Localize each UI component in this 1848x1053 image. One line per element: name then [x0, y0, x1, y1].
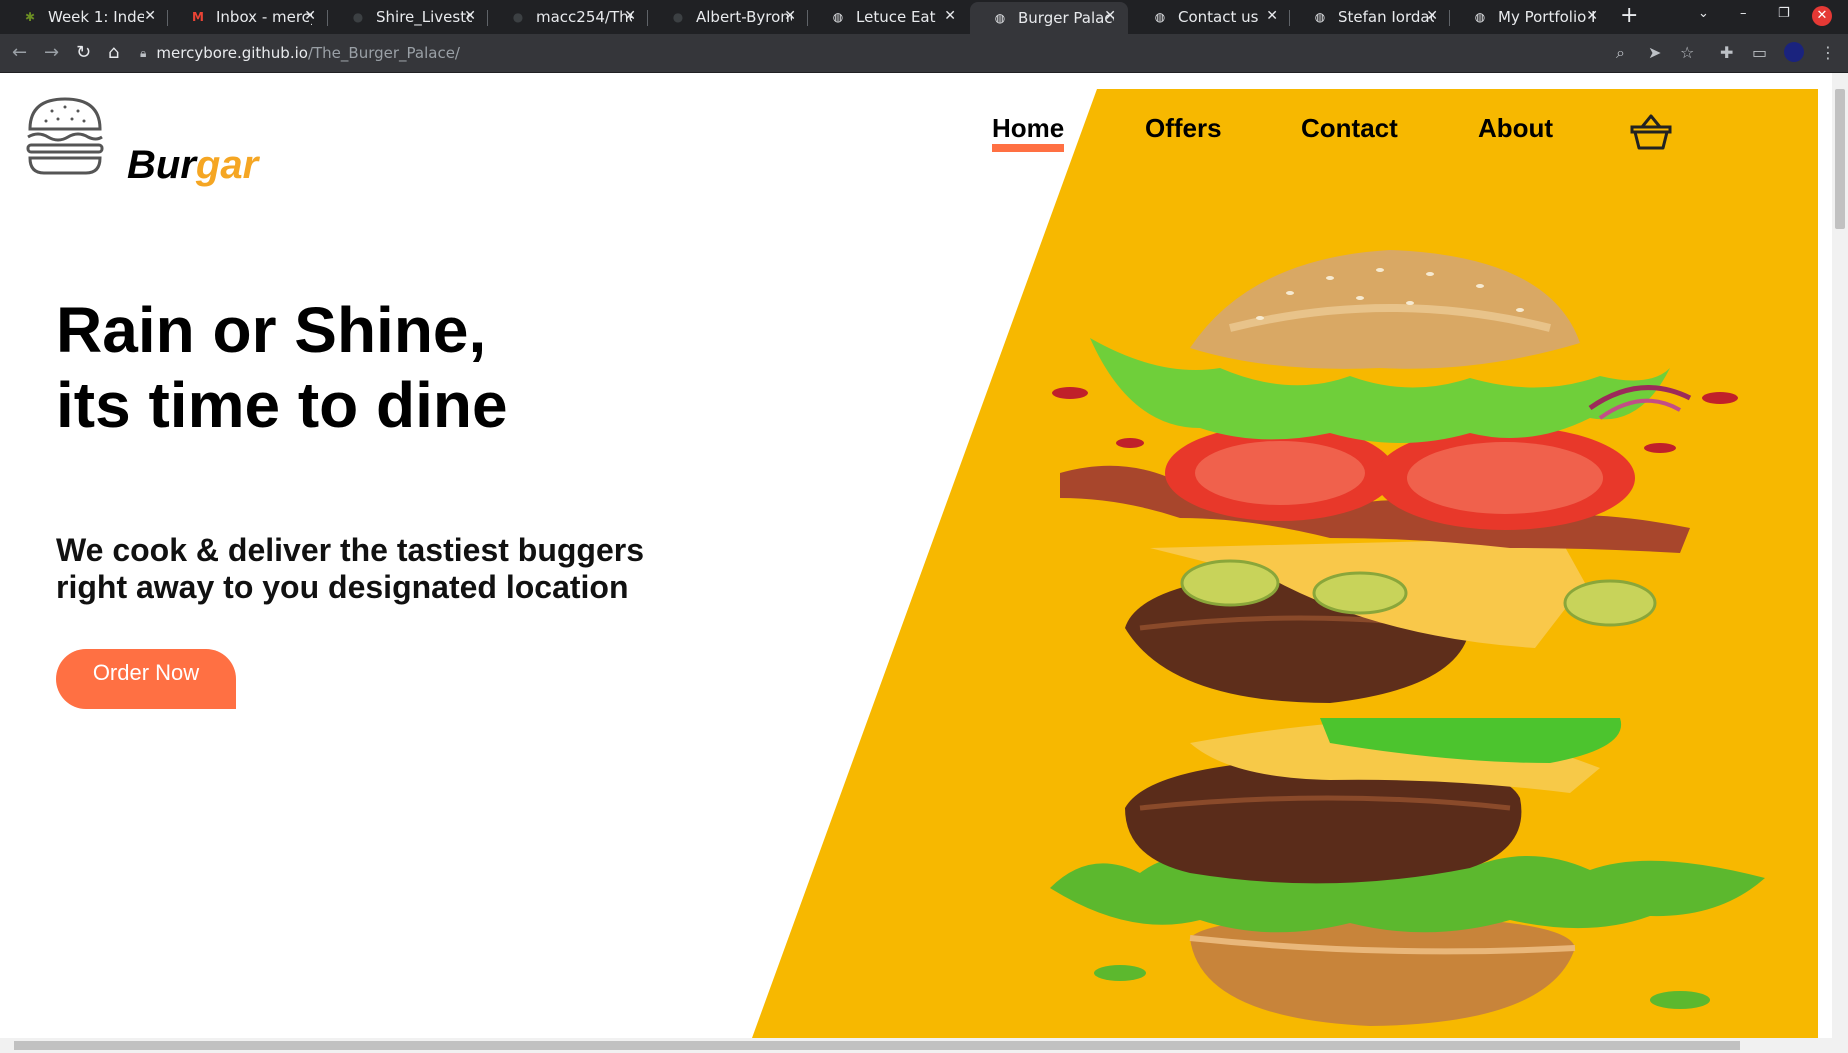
active-nav-indicator	[992, 144, 1064, 152]
cast-icon[interactable]: ▭	[1752, 43, 1767, 62]
nav-contact[interactable]: Contact	[1301, 113, 1398, 144]
close-tab-icon[interactable]: ✕	[1426, 8, 1438, 24]
globe-icon: ◍	[1154, 10, 1166, 24]
reload-icon[interactable]: ↻	[76, 42, 91, 63]
globe-icon: ◍	[994, 11, 1006, 25]
close-tab-icon[interactable]: ✕	[624, 8, 636, 24]
url-path: /The_Burger_Palace/	[307, 44, 460, 62]
close-tab-icon[interactable]: ✕	[944, 8, 956, 24]
nav-about[interactable]: About	[1478, 113, 1553, 144]
nav-home[interactable]: Home	[992, 113, 1064, 144]
new-tab-icon[interactable]: +	[1620, 3, 1638, 28]
close-tab-icon[interactable]: ✕	[1586, 8, 1598, 24]
zoom-icon[interactable]: ⌕	[1616, 43, 1625, 63]
tab-letuce-eat[interactable]: ◍ Letuce Eat ✕	[808, 2, 968, 32]
horizontal-scroll-thumb[interactable]	[14, 1041, 1740, 1050]
tab-portfolio[interactable]: ◍ My Portfolio L ✕	[1450, 2, 1610, 32]
restore-icon[interactable]: ❐	[1778, 6, 1790, 21]
close-window-icon[interactable]: ✕	[1812, 6, 1832, 26]
hero-heading: Rain or Shine, its time to dine	[56, 294, 508, 441]
palm-icon: ✱	[24, 10, 36, 24]
tab-inbox[interactable]: M Inbox - mercy. ✕	[168, 2, 328, 32]
tab-macc254[interactable]: ● macc254/The_ ✕	[488, 2, 648, 32]
tab-stefan[interactable]: ◍ Stefan Iordac ✕	[1290, 2, 1450, 32]
brand-logo-text: Burgar	[127, 143, 259, 187]
tab-burger-palace[interactable]: ◍ Burger Palace ✕	[970, 2, 1128, 34]
menu-kebab-icon[interactable]: ⋮	[1820, 43, 1836, 62]
close-tab-icon[interactable]: ✕	[784, 8, 796, 24]
send-icon[interactable]: ➤	[1648, 43, 1661, 62]
burger-hero-image	[1050, 250, 1765, 1026]
tab-albert[interactable]: ● Albert-Byrone ✕	[648, 2, 808, 32]
order-now-button[interactable]: Order Now	[56, 649, 236, 709]
address-bar[interactable]: 🔒︎ mercybore.github.io /The_Burger_Palac…	[140, 40, 460, 66]
globe-icon: ◍	[1314, 10, 1326, 24]
vertical-scrollbar[interactable]	[1832, 73, 1848, 1038]
hero-subheading: We cook & deliver the tastiest buggers r…	[56, 532, 645, 605]
close-tab-icon[interactable]: ✕	[144, 8, 156, 24]
close-tab-icon[interactable]: ✕	[1104, 8, 1116, 24]
lock-icon: 🔒︎	[140, 45, 147, 60]
tab-search-icon[interactable]: ⌄	[1698, 6, 1709, 21]
bookmark-star-icon[interactable]: ☆	[1680, 43, 1694, 62]
nav-offers[interactable]: Offers	[1145, 113, 1222, 144]
globe-icon: ◍	[1474, 10, 1486, 24]
github-icon: ●	[512, 10, 524, 24]
close-tab-icon[interactable]: ✕	[1266, 8, 1278, 24]
webpage: Burgar Home Offers Contact About Rain or…	[0, 73, 1832, 1038]
minimize-icon[interactable]: –	[1740, 6, 1747, 21]
tab-shire[interactable]: ● Shire_Livestoc ✕	[328, 2, 488, 32]
home-icon[interactable]: ⌂	[108, 42, 119, 63]
url-host: mercybore.github.io	[156, 44, 308, 62]
burger-logo-icon	[26, 97, 104, 175]
github-icon: ●	[672, 10, 684, 24]
extensions-icon[interactable]: ✚	[1720, 43, 1733, 62]
browser-tab-bar: ✱ Week 1: Indep ✕ M Inbox - mercy. ✕ ● S…	[0, 0, 1848, 34]
tab-week1[interactable]: ✱ Week 1: Indep ✕	[0, 2, 168, 32]
horizontal-scrollbar[interactable]	[0, 1038, 1848, 1053]
profile-avatar[interactable]	[1784, 42, 1804, 62]
tab-contact-us[interactable]: ◍ Contact us ✕	[1130, 2, 1290, 32]
shopping-basket-icon[interactable]	[1630, 113, 1672, 151]
forward-icon[interactable]: →	[44, 42, 59, 63]
github-icon: ●	[352, 10, 364, 24]
close-tab-icon[interactable]: ✕	[464, 8, 476, 24]
vertical-scroll-thumb[interactable]	[1835, 89, 1845, 229]
close-tab-icon[interactable]: ✕	[304, 8, 316, 24]
gmail-icon: M	[192, 10, 204, 24]
globe-icon: ◍	[832, 10, 844, 24]
back-icon[interactable]: ←	[12, 42, 27, 63]
